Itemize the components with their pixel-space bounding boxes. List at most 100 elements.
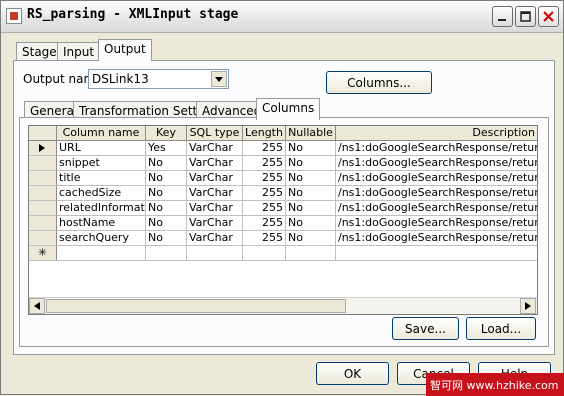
cell-length[interactable]: 255: [243, 171, 286, 186]
save-button[interactable]: Save...: [392, 317, 459, 340]
header-selector: [29, 126, 57, 141]
cell-sql-type[interactable]: VarChar: [187, 216, 243, 231]
cell-description[interactable]: /ns1:doGoogleSearchResponse/return/resul…: [336, 171, 537, 186]
row-selector[interactable]: [29, 231, 57, 246]
tab-stage[interactable]: Stage: [16, 42, 63, 62]
header-sql-type[interactable]: SQL type: [187, 126, 243, 141]
cell-length[interactable]: 255: [243, 156, 286, 171]
cell-length[interactable]: 255: [243, 186, 286, 201]
cell-key[interactable]: No: [146, 201, 187, 216]
maximize-icon: [520, 11, 531, 22]
cell-key[interactable]: No: [146, 231, 187, 246]
cell-length[interactable]: 255: [243, 201, 286, 216]
window-title: RS_parsing - XMLInput stage: [27, 7, 239, 22]
cell-sql-type[interactable]: VarChar: [187, 141, 243, 156]
cell-length[interactable]: 255: [243, 231, 286, 246]
cell-key[interactable]: [146, 246, 187, 261]
grid-body: Column name Key SQL type Length Nullable…: [29, 126, 537, 297]
table-row[interactable]: hostName No VarChar 255 No /ns1:doGoogle…: [29, 216, 537, 231]
cell-column-name[interactable]: hostName: [57, 216, 146, 231]
cell-nullable[interactable]: [286, 246, 336, 261]
cell-key[interactable]: No: [146, 171, 187, 186]
cell-column-name[interactable]: relatedInformation: [57, 201, 146, 216]
minimize-button[interactable]: [492, 6, 513, 27]
row-selector[interactable]: [29, 171, 57, 186]
cell-sql-type[interactable]: VarChar: [187, 156, 243, 171]
row-selector[interactable]: [29, 141, 57, 156]
table-row[interactable]: snippet No VarChar 255 No /ns1:doGoogleS…: [29, 156, 537, 171]
horizontal-scrollbar[interactable]: [29, 297, 537, 314]
cell-key[interactable]: No: [146, 186, 187, 201]
cell-sql-type[interactable]: [187, 246, 243, 261]
row-selector[interactable]: [29, 186, 57, 201]
load-button[interactable]: Load...: [466, 317, 536, 340]
table-row[interactable]: URL Yes VarChar 255 No /ns1:doGoogleSear…: [29, 141, 537, 156]
cell-sql-type[interactable]: VarChar: [187, 231, 243, 246]
table-row[interactable]: cachedSize No VarChar 255 No /ns1:doGoog…: [29, 186, 537, 201]
scroll-right-button[interactable]: [520, 298, 536, 314]
cell-key[interactable]: Yes: [146, 141, 187, 156]
cell-description[interactable]: /ns1:doGoogleSearchResponse/return/resul…: [336, 156, 537, 171]
cell-description[interactable]: /ns1:doGoogleSearchResponse/return/resul…: [336, 141, 537, 156]
grid-header-row: Column name Key SQL type Length Nullable…: [29, 126, 537, 141]
cell-column-name[interactable]: URL: [57, 141, 146, 156]
cell-nullable[interactable]: No: [286, 186, 336, 201]
cell-sql-type[interactable]: VarChar: [187, 171, 243, 186]
cell-key[interactable]: No: [146, 156, 187, 171]
cell-key[interactable]: No: [146, 216, 187, 231]
cell-length[interactable]: 255: [243, 216, 286, 231]
tab-input[interactable]: Input: [57, 42, 101, 62]
tab-output[interactable]: Output: [98, 39, 152, 61]
columns-grid[interactable]: Column name Key SQL type Length Nullable…: [28, 125, 538, 315]
header-key[interactable]: Key: [146, 126, 187, 141]
cell-column-name[interactable]: [57, 246, 146, 261]
cell-column-name[interactable]: searchQuery: [57, 231, 146, 246]
cell-description[interactable]: /ns1:doGoogleSearchResponse/return/searc…: [336, 231, 537, 246]
columns-button[interactable]: Columns...: [326, 71, 432, 94]
cell-sql-type[interactable]: VarChar: [187, 186, 243, 201]
cell-column-name[interactable]: title: [57, 171, 146, 186]
row-selector[interactable]: [29, 156, 57, 171]
cell-description[interactable]: [336, 246, 537, 261]
scroll-left-button[interactable]: [29, 298, 45, 314]
maximize-button[interactable]: [515, 6, 536, 27]
header-length[interactable]: Length: [243, 126, 286, 141]
chevron-right-icon: [525, 302, 531, 310]
cell-column-name[interactable]: cachedSize: [57, 186, 146, 201]
new-row[interactable]: ✳: [29, 246, 537, 261]
header-column-name[interactable]: Column name: [57, 126, 146, 141]
close-button[interactable]: [538, 6, 559, 27]
cell-nullable[interactable]: No: [286, 141, 336, 156]
table-row[interactable]: relatedInformation No VarChar 255 No /ns…: [29, 201, 537, 216]
cell-length[interactable]: [243, 246, 286, 261]
xmlinput-stage-window: RS_parsing - XMLInput stage Stage Input …: [0, 0, 564, 396]
cell-length[interactable]: 255: [243, 141, 286, 156]
scrollbar-thumb[interactable]: [46, 299, 346, 313]
header-description[interactable]: Description: [336, 126, 537, 141]
cell-sql-type[interactable]: VarChar: [187, 201, 243, 216]
cell-nullable[interactable]: No: [286, 156, 336, 171]
minimize-icon: [498, 19, 506, 21]
output-name-select[interactable]: DSLink13: [88, 69, 229, 89]
table-row[interactable]: title No VarChar 255 No /ns1:doGoogleSea…: [29, 171, 537, 186]
app-icon: [6, 8, 22, 24]
chevron-down-icon[interactable]: [211, 71, 227, 87]
new-row-icon: ✳: [29, 246, 57, 261]
table-row[interactable]: searchQuery No VarChar 255 No /ns1:doGoo…: [29, 231, 537, 246]
cell-nullable[interactable]: No: [286, 231, 336, 246]
output-name-value: DSLink13: [92, 72, 149, 86]
tab-columns[interactable]: Columns: [256, 98, 321, 120]
ok-button[interactable]: OK: [316, 362, 389, 385]
cell-column-name[interactable]: snippet: [57, 156, 146, 171]
title-bar[interactable]: RS_parsing - XMLInput stage: [1, 1, 563, 33]
cell-description[interactable]: /ns1:doGoogleSearchResponse/return/resul…: [336, 186, 537, 201]
cell-description[interactable]: /ns1:doGoogleSearchResponse/return/resul…: [336, 201, 537, 216]
row-selector[interactable]: [29, 201, 57, 216]
header-nullable[interactable]: Nullable: [286, 126, 336, 141]
cell-nullable[interactable]: No: [286, 216, 336, 231]
cell-nullable[interactable]: No: [286, 171, 336, 186]
row-selector[interactable]: [29, 216, 57, 231]
cell-nullable[interactable]: No: [286, 201, 336, 216]
close-icon: [543, 11, 554, 22]
cell-description[interactable]: /ns1:doGoogleSearchResponse/return/resul…: [336, 216, 537, 231]
